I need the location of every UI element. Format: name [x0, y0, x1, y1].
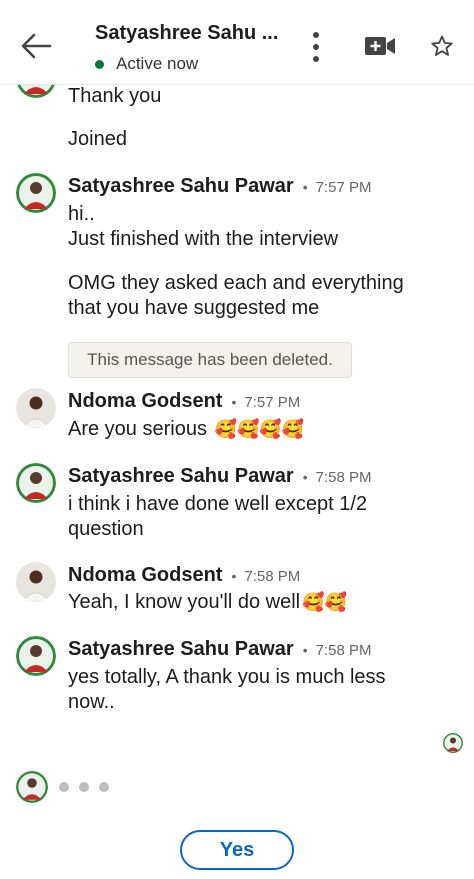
message-text: Just finished with the interview	[68, 228, 339, 250]
conversation-header: Satyashree Sahu ... Active now	[0, 0, 474, 85]
separator-dot: •	[231, 394, 237, 410]
message-time: 7:58 PM	[315, 469, 372, 486]
active-dot-icon	[95, 59, 104, 69]
deleted-message-notice: This message has been deleted.	[68, 342, 352, 378]
more-vertical-icon[interactable]	[307, 30, 325, 64]
back-arrow-icon[interactable]	[18, 28, 54, 64]
message-time: 7:58 PM	[244, 568, 301, 585]
avatar-satyashree[interactable]	[16, 173, 56, 213]
message-text: that you have suggested me	[68, 297, 320, 319]
message-text-content: Are you serious	[68, 418, 207, 440]
sender-name[interactable]: Ndoma Godsent	[68, 564, 222, 587]
message-time: 7:57 PM	[244, 394, 301, 411]
presence-status: Active now	[95, 54, 198, 74]
video-call-icon[interactable]	[364, 34, 396, 58]
message-text-content: Yeah, I know you'll do well	[68, 591, 301, 613]
message-time: 7:57 PM	[315, 179, 372, 196]
message-text: Yeah, I know you'll do well 🥰🥰	[68, 590, 347, 615]
conversation-title[interactable]: Satyashree Sahu ...	[95, 22, 278, 45]
message-header: Ndoma Godsent • 7:57 PM	[68, 390, 300, 413]
avatar-ndoma[interactable]	[16, 562, 56, 602]
typing-dot	[99, 782, 109, 792]
message-text: question	[68, 518, 144, 540]
separator-dot: •	[302, 179, 308, 195]
smiling-hearts-emoji: 🥰🥰	[302, 592, 347, 612]
typing-avatar	[16, 771, 48, 803]
separator-dot: •	[302, 642, 308, 658]
message-time: 7:58 PM	[315, 642, 372, 659]
sender-name[interactable]: Satyashree Sahu Pawar	[68, 638, 294, 661]
message-header: Ndoma Godsent • 7:58 PM	[68, 564, 300, 587]
sender-name[interactable]: Satyashree Sahu Pawar	[68, 175, 294, 198]
message-text: Joined	[68, 128, 127, 150]
smiling-hearts-emoji: 🥰🥰🥰🥰	[214, 419, 305, 439]
avatar-satyashree[interactable]	[16, 463, 56, 503]
avatar-ndoma[interactable]	[16, 388, 56, 428]
star-icon[interactable]	[430, 34, 454, 58]
message-header: Satyashree Sahu Pawar • 7:58 PM	[68, 638, 371, 661]
message-text: i think i have done well except 1/2	[68, 493, 368, 515]
typing-dot	[79, 782, 89, 792]
separator-dot: •	[302, 469, 308, 485]
message-text: now..	[68, 691, 115, 713]
message-text: OMG they asked each and everything	[68, 272, 404, 294]
smart-reply-yes-button[interactable]: Yes	[180, 830, 294, 870]
sender-name[interactable]: Satyashree Sahu Pawar	[68, 465, 294, 488]
message-text: Thank you	[68, 85, 162, 107]
read-receipt-avatar	[443, 733, 463, 753]
message-header: Satyashree Sahu Pawar • 7:58 PM	[68, 465, 371, 488]
sender-name[interactable]: Ndoma Godsent	[68, 390, 222, 413]
separator-dot: •	[231, 568, 237, 584]
message-text: Are you serious 🥰🥰🥰🥰	[68, 417, 304, 442]
typing-indicator	[59, 782, 119, 792]
message-text: hi..	[68, 203, 95, 225]
message-text: yes totally, A thank you is much less	[68, 666, 386, 688]
avatar-satyashree[interactable]	[16, 636, 56, 676]
message-header: Satyashree Sahu Pawar • 7:57 PM	[68, 175, 371, 198]
typing-dot	[59, 782, 69, 792]
status-text: Active now	[116, 54, 199, 73]
